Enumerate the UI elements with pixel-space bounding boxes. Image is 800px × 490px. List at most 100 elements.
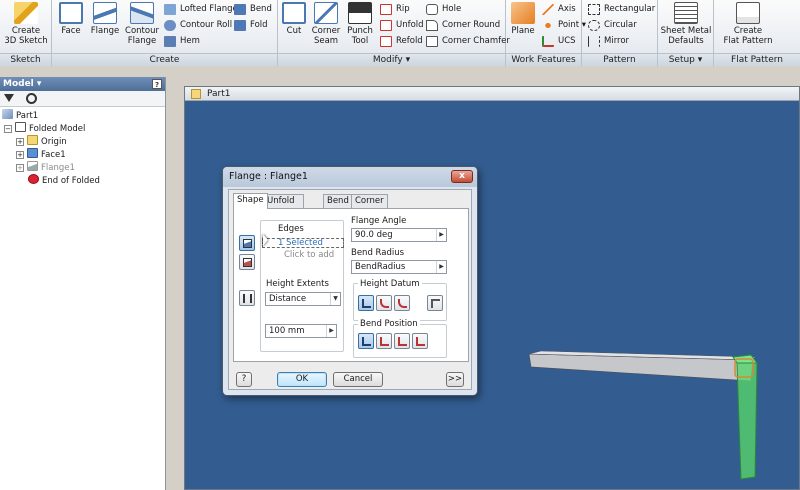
bend-radius-input[interactable]: BendRadius ▶ [351,260,447,274]
flip-direction-button[interactable] [239,290,255,306]
expand-icon[interactable]: + [16,151,24,159]
point-button[interactable]: Point ▾ [542,18,586,33]
tab-shape[interactable]: Shape [233,193,268,209]
ucs-button[interactable]: UCS [542,34,576,49]
bend-adjacent-icon [398,337,407,346]
bend-position-tangent-button[interactable] [412,333,428,349]
cut-icon [282,2,306,24]
expand-icon[interactable]: + [16,138,24,146]
rectangular-pattern-icon [588,4,600,15]
fold-label: Fold [250,20,268,30]
corner-chamfer-icon [426,36,438,47]
datum-outside-button[interactable] [358,295,374,311]
edges-add-text[interactable]: Click to add [284,250,334,260]
flange-angle-input[interactable]: 90.0 deg ▶ [351,228,447,242]
flange-icon [93,2,117,24]
find-icon[interactable] [26,93,37,104]
circular-label: Circular [604,20,637,30]
corner-round-button[interactable]: Corner Round [426,18,500,33]
rectangular-button[interactable]: Rectangular [588,2,655,17]
bend-position-outside-button[interactable] [376,333,392,349]
circular-button[interactable]: Circular [588,18,637,33]
edge-select-button[interactable] [239,235,255,251]
height-distance-input[interactable]: 100 mm ▶ [265,324,337,338]
tree-end-of-folded[interactable]: End of Folded [28,174,100,187]
datum-tangent-button[interactable] [394,295,410,311]
bend-tangent-icon [416,337,425,346]
fold-button[interactable]: Fold [234,18,268,33]
hole-button[interactable]: Hole [426,2,461,17]
edges-selected-text[interactable]: 1 Selected [278,238,323,248]
contour-flange-icon [130,2,154,24]
tree-flange1[interactable]: + Flange1 [16,161,75,174]
datum-inside-button[interactable] [376,295,392,311]
pattern-panel: Rectangular Circular Mirror Pattern [582,0,658,66]
cut-button[interactable]: Cut [280,2,308,36]
rip-button[interactable]: Rip [380,2,410,17]
sheet-metal-defaults-button[interactable]: Sheet Metal Defaults [659,2,713,46]
collapse-icon[interactable]: − [4,125,12,133]
create-flat-pattern-button[interactable]: Create Flat Pattern [720,2,776,46]
setup-panel: Sheet Metal Defaults Setup ▾ [658,0,714,66]
rectangular-label: Rectangular [604,4,656,14]
axis-icon [542,4,554,15]
tab-unfold-options[interactable]: Unfold Options [263,194,304,219]
rip-label: Rip [396,4,410,14]
loop-select-button[interactable] [239,254,255,270]
corner-chamfer-button[interactable]: Corner Chamfer [426,34,510,49]
folded-model-icon [15,122,26,132]
tree-origin[interactable]: + Origin [16,135,67,148]
help-button[interactable]: ? [236,372,252,387]
sketch-panel-title: Sketch [0,53,51,66]
browser-title[interactable]: Model ▾ [3,79,41,89]
hem-button[interactable]: Hem [164,34,200,49]
bend-position-inside-button[interactable] [358,333,374,349]
mirror-button[interactable]: Mirror [588,34,629,49]
tree-folded-model[interactable]: − Folded Model [4,122,85,135]
cancel-button[interactable]: Cancel [333,372,383,387]
punch-tool-icon [348,2,372,24]
lofted-flange-button[interactable]: Lofted Flange [164,2,238,17]
corner-seam-button[interactable]: Corner Seam [310,2,342,46]
unfold-button[interactable]: Unfold [380,18,424,33]
flat-pattern-icon [736,2,760,24]
datum-outside-icon [362,299,371,308]
value-arrow-icon: ▶ [436,261,446,273]
contour-flange-button[interactable]: Contour Flange [124,2,160,46]
dialog-titlebar[interactable]: Flange : Flange1 x [223,167,477,187]
create-3d-sketch-button[interactable]: Create 3D Sketch [2,2,50,46]
filter-icon[interactable] [4,94,14,102]
axis-button[interactable]: Axis [542,2,576,17]
plane-icon [511,2,535,24]
flange-button[interactable]: Flange [88,2,122,36]
model-browser: Model ▾ ? Part1 − Folded Model + Origin + F… [0,77,166,490]
close-button[interactable]: x [451,170,473,183]
tree-part[interactable]: Part1 [2,109,38,122]
expand-icon[interactable]: + [16,164,24,172]
flange1-preview [736,362,758,480]
tab-corner[interactable]: Corner [351,194,388,208]
height-extents-select[interactable]: Distance ▼ [265,292,341,306]
height-distance-value: 100 mm [269,326,305,336]
hole-icon [426,4,438,15]
tree-origin-label: Origin [41,137,67,147]
tree-face1[interactable]: + Face1 [16,148,66,161]
tab-bend[interactable]: Bend [323,194,353,208]
modify-panel-title: Modify ▾ [278,53,505,66]
bend-position-label: Bend Position [358,319,420,329]
contour-roll-button[interactable]: Contour Roll [164,18,232,33]
datum-tangent-icon [398,299,407,308]
face-button[interactable]: Face [56,2,86,36]
bend-button[interactable]: Bend [234,2,272,17]
browser-header[interactable]: Model ▾ ? [0,77,165,91]
ok-button[interactable]: OK [277,372,327,387]
punch-tool-button[interactable]: Punch Tool [344,2,376,46]
more-options-button[interactable]: >> [446,372,464,387]
pattern-panel-title: Pattern [582,53,657,66]
datum-aligned-button[interactable] [427,295,443,311]
plane-button[interactable]: Plane [508,2,538,36]
browser-help-button[interactable]: ? [152,79,162,89]
refold-button[interactable]: Refold [380,34,423,49]
bend-position-adjacent-button[interactable] [394,333,410,349]
browser-toolbar [0,91,165,107]
